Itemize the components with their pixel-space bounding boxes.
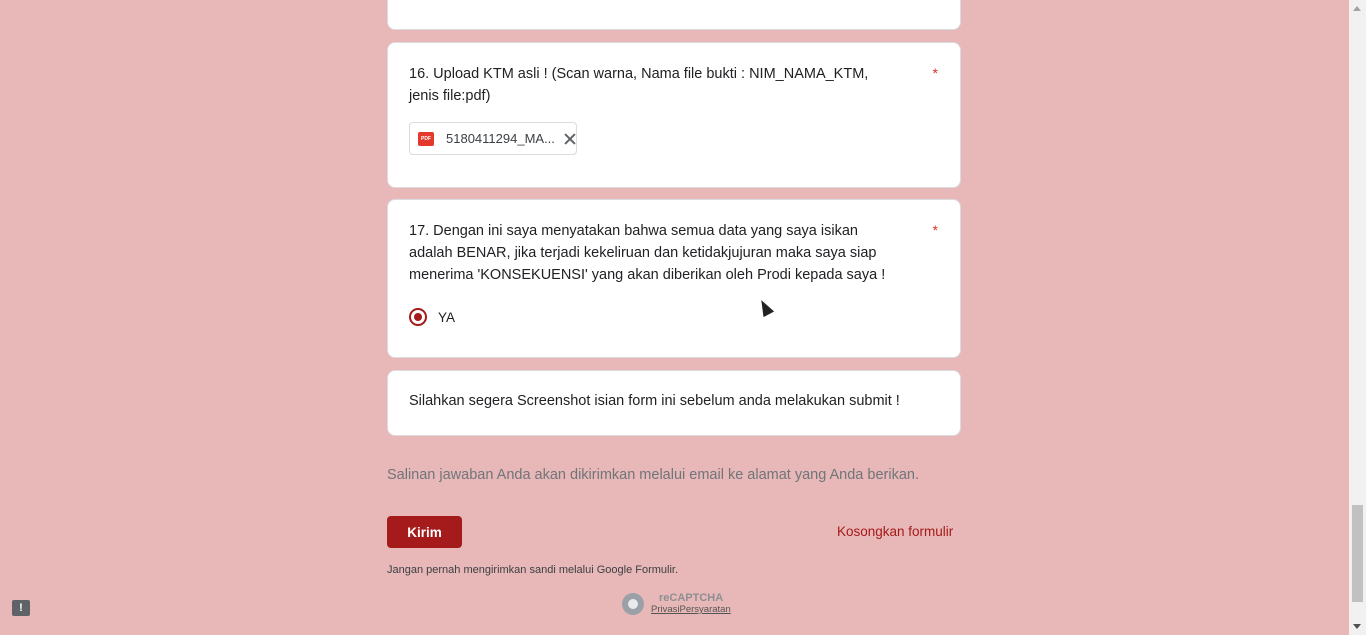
question-card-17: 17. Dengan ini saya menyatakan bahwa sem…	[387, 199, 961, 358]
radio-button[interactable]	[409, 308, 427, 326]
scroll-down-icon[interactable]	[1353, 624, 1361, 629]
uploaded-file-chip[interactable]: PDF 5180411294_MA...	[409, 122, 577, 155]
email-copy-note: Salinan jawaban Anda akan dikirimkan mel…	[387, 467, 919, 483]
file-name: 5180411294_MA...	[446, 131, 554, 146]
clear-form-link[interactable]: Kosongkan formulir	[837, 524, 953, 539]
feedback-icon[interactable]: !	[12, 600, 30, 616]
recaptcha-title: reCAPTCHA	[659, 592, 724, 604]
pdf-icon: PDF	[418, 131, 434, 146]
radio-selected-dot	[414, 313, 422, 321]
scroll-up-icon[interactable]	[1353, 6, 1361, 11]
close-icon[interactable]	[564, 133, 576, 145]
recaptcha-badge: reCAPTCHA PrivasiPersyaratan	[622, 592, 731, 615]
question-title: 17. Dengan ini saya menyatakan bahwa sem…	[409, 223, 886, 283]
scrollbar[interactable]	[1349, 0, 1366, 635]
notice-card: Silahkan segera Screenshot isian form in…	[387, 370, 961, 436]
radio-label: YA	[438, 309, 456, 325]
question-card-16: 16. Upload KTM asli ! (Scan warna, Nama …	[387, 42, 961, 188]
radio-option-ya[interactable]: YA	[409, 308, 455, 326]
password-warning: Jangan pernah mengirimkan sandi melalui …	[387, 564, 679, 576]
required-indicator: *	[932, 222, 938, 238]
previous-question-card	[387, 0, 961, 30]
recaptcha-icon	[622, 593, 644, 615]
recaptcha-links[interactable]: PrivasiPersyaratan	[651, 604, 731, 615]
notice-text: Silahkan segera Screenshot isian form in…	[409, 393, 900, 409]
submit-button[interactable]: Kirim	[387, 516, 462, 548]
question-title: 16. Upload KTM asli ! (Scan warna, Nama …	[409, 66, 869, 104]
scroll-thumb[interactable]	[1352, 505, 1363, 602]
required-indicator: *	[932, 65, 938, 81]
